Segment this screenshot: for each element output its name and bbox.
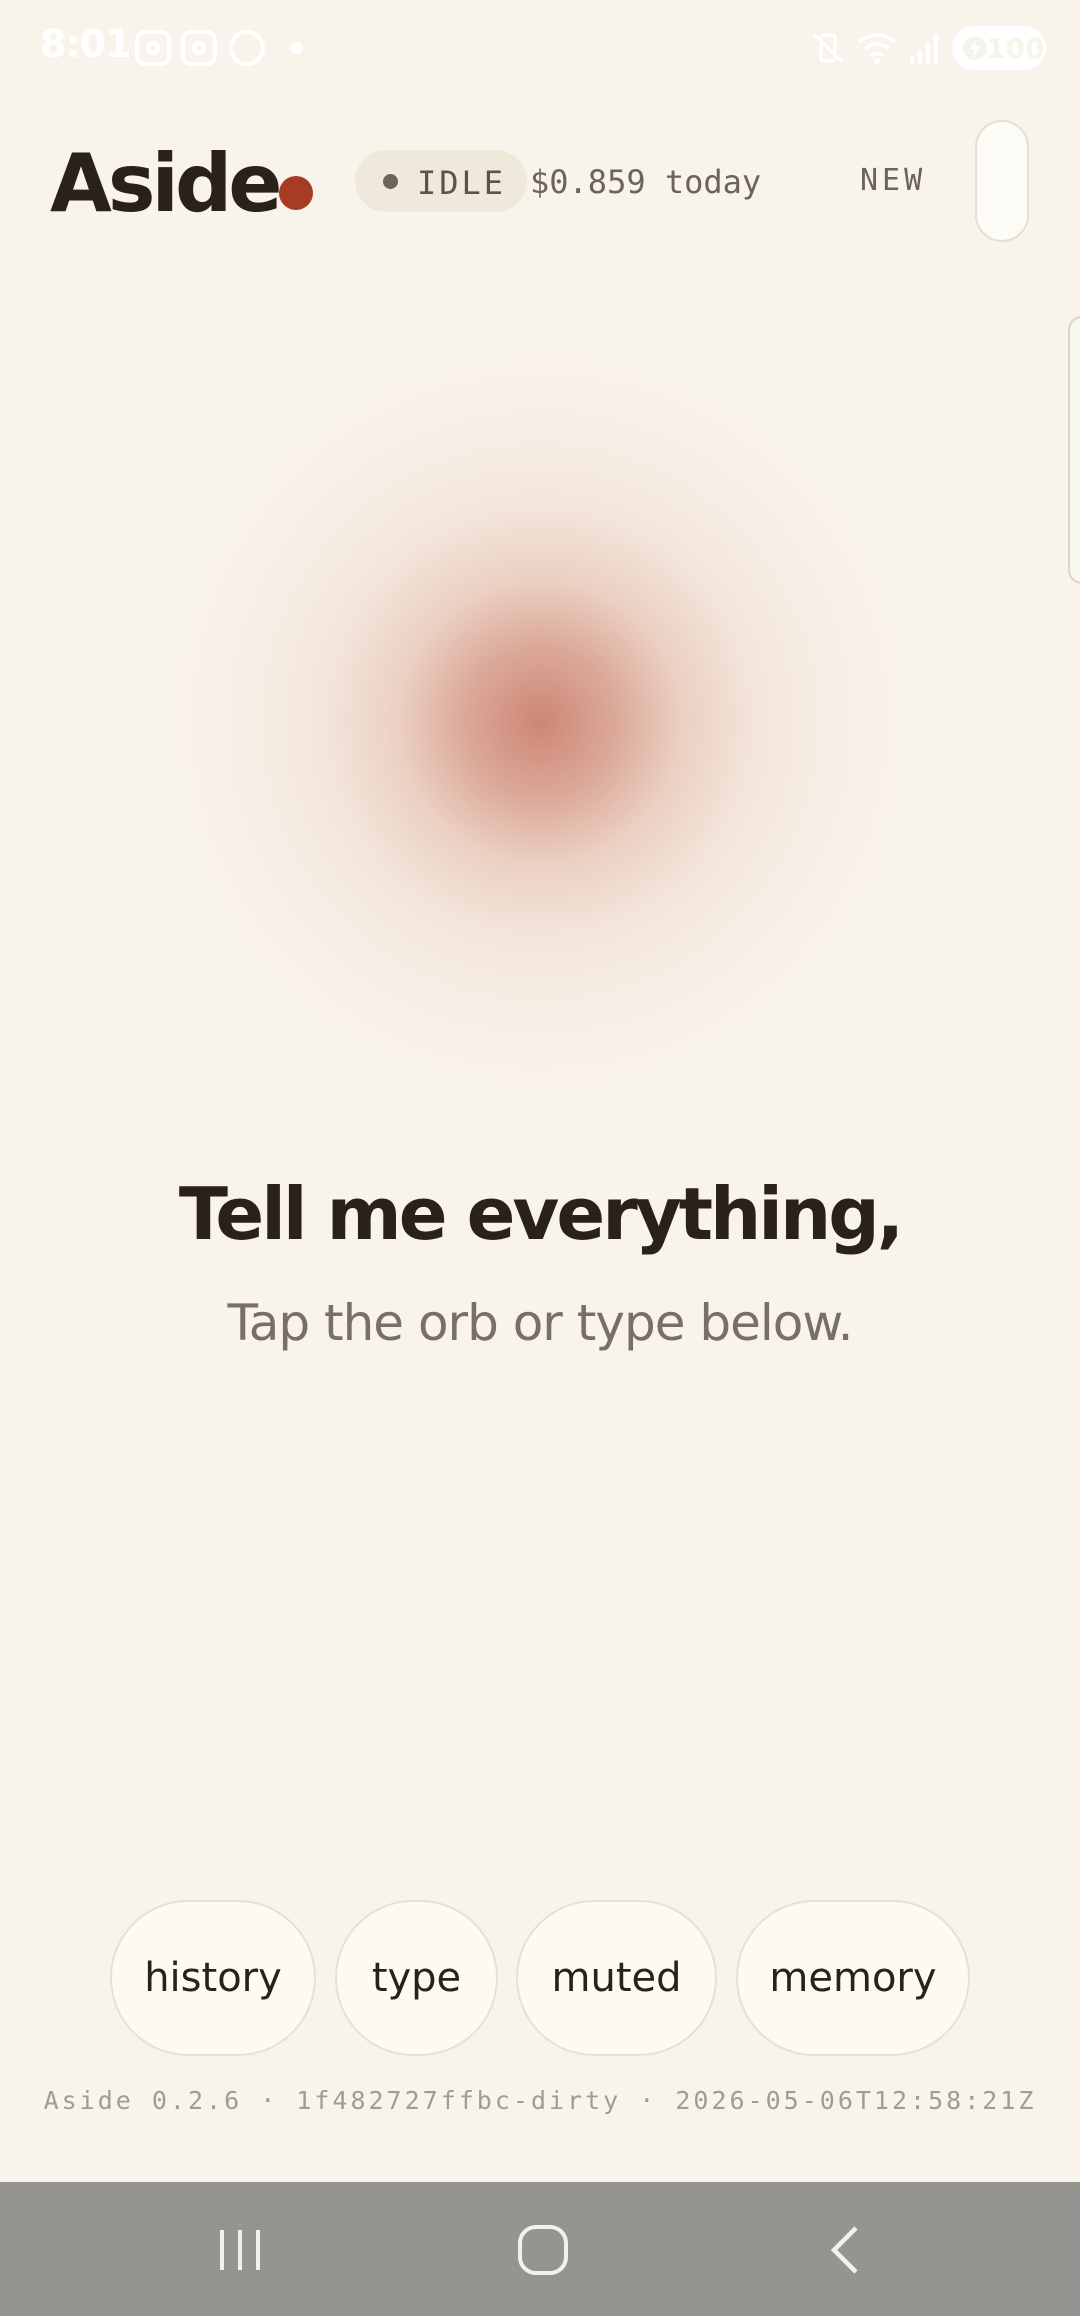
memory-button[interactable]: memory xyxy=(736,1900,970,2056)
vibrate-mute-icon xyxy=(812,32,844,64)
signal-icon xyxy=(910,34,938,64)
type-button[interactable]: type xyxy=(335,1900,498,2056)
prompt-title: Tell me everything, xyxy=(178,1172,904,1256)
app-title: Aside xyxy=(50,137,282,230)
battery-charging-icon xyxy=(963,36,987,60)
battery-level: 100 xyxy=(986,32,1045,65)
voice-orb-button[interactable] xyxy=(140,322,940,1122)
notification-dot-icon xyxy=(291,42,303,54)
status-pill: IDLE xyxy=(355,150,527,212)
system-nav-bar xyxy=(0,2182,1080,2316)
status-bar: 8:01 100 xyxy=(0,0,1080,96)
instagram-icon xyxy=(135,30,171,66)
build-info: Aside 0.2.6 · 1f482727ffbc-dirty · 2026-… xyxy=(43,2086,1037,2115)
battery-indicator: 100 xyxy=(952,26,1046,70)
edge-panel-handle[interactable] xyxy=(1068,316,1080,584)
recording-dot-icon xyxy=(279,176,313,210)
menu-toggle-button[interactable] xyxy=(975,120,1029,242)
wifi-icon xyxy=(857,33,897,64)
home-icon[interactable] xyxy=(515,2222,571,2278)
new-button[interactable]: NEW xyxy=(860,163,926,198)
cost-today: $0.859 today xyxy=(530,163,762,201)
prompt-subtitle: Tap the orb or type below. xyxy=(227,1294,853,1352)
status-dot-icon xyxy=(383,174,398,189)
status-label: IDLE xyxy=(417,164,507,202)
back-icon[interactable] xyxy=(818,2222,874,2278)
muted-button[interactable]: muted xyxy=(516,1900,717,2056)
whatsapp-icon xyxy=(229,30,265,66)
instagram-icon xyxy=(181,30,217,66)
status-time: 8:01 xyxy=(40,22,132,66)
recent-apps-icon[interactable] xyxy=(212,2222,268,2278)
history-button[interactable]: history xyxy=(110,1900,316,2056)
